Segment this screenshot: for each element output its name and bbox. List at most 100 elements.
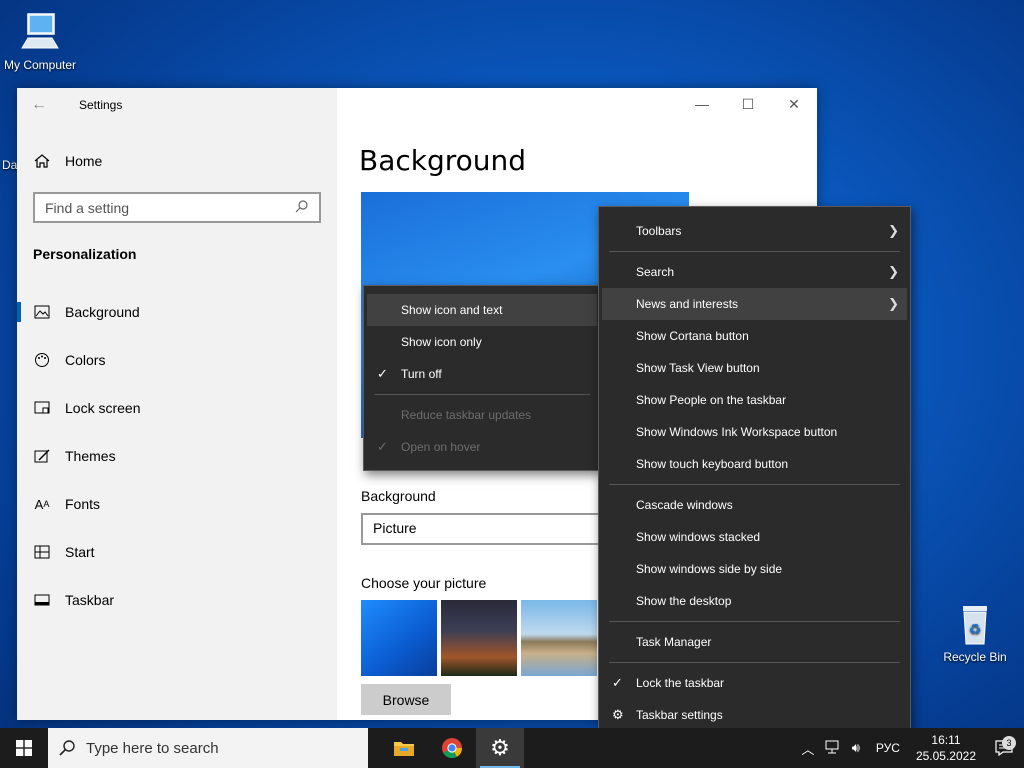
computer-icon	[21, 13, 59, 49]
menu-item-label: News and interests	[636, 297, 739, 311]
menu-item-label: Show the desktop	[636, 594, 732, 608]
gear-icon: ⚙	[612, 707, 624, 722]
chrome-taskbar-button[interactable]	[428, 728, 476, 768]
menu-item-label: Cascade windows	[636, 498, 733, 512]
chevron-right-icon: ❯	[888, 264, 899, 279]
checkmark-icon: ✓	[377, 366, 388, 381]
settings-taskbar-button[interactable]: ⚙	[476, 728, 524, 768]
settings-nav-pane: ← Settings Home Find a setting Personali…	[17, 88, 337, 720]
menu-item-windows-stacked[interactable]: Show windows stacked	[602, 521, 907, 553]
choose-picture-label: Choose your picture	[361, 575, 487, 591]
volume-icon[interactable]: 🔊︎	[844, 740, 868, 756]
nav-item-start[interactable]: Start	[17, 528, 337, 576]
menu-item-show-task-view-button[interactable]: Show Task View button	[602, 352, 907, 384]
search-placeholder: Find a setting	[45, 199, 130, 216]
background-type-dropdown[interactable]: Picture	[361, 513, 611, 545]
news-interests-submenu: Show icon and text Show icon only ✓ Turn…	[363, 285, 601, 471]
nav-item-colors[interactable]: Colors	[17, 336, 337, 384]
network-icon[interactable]	[820, 740, 844, 757]
menu-item-show-desktop[interactable]: Show the desktop	[602, 585, 907, 617]
action-center-button[interactable]: 3	[984, 736, 1024, 756]
nav-item-label: Taskbar	[65, 592, 115, 608]
maximize-icon[interactable]: ☐	[725, 88, 771, 120]
window-title: Settings	[79, 98, 123, 112]
menu-item-toolbars[interactable]: Toolbars ❯	[602, 215, 907, 247]
taskbar-search-placeholder: Type here to search	[86, 739, 219, 757]
clock[interactable]: 16:11 25.05.2022	[908, 732, 984, 764]
picture-thumbnail[interactable]	[441, 600, 517, 676]
menu-item-label: Turn off	[401, 367, 442, 381]
gear-icon: ⚙	[490, 735, 510, 760]
nav-item-background[interactable]: Background	[17, 288, 337, 336]
page-title: Background	[359, 144, 527, 177]
nav-item-label: Start	[65, 544, 95, 560]
menu-item-task-manager[interactable]: Task Manager	[602, 626, 907, 658]
menu-item-show-ink-workspace[interactable]: Show Windows Ink Workspace button	[602, 416, 907, 448]
menu-item-show-people[interactable]: Show People on the taskbar	[602, 384, 907, 416]
menu-item-label: Show Windows Ink Workspace button	[636, 425, 838, 439]
background-type-label: Background	[361, 488, 436, 504]
menu-item-news-and-interests[interactable]: News and interests ❯	[602, 288, 907, 320]
start-icon	[33, 543, 51, 561]
themes-icon	[33, 447, 51, 465]
back-arrow-icon[interactable]: ←	[31, 96, 47, 114]
nav-item-taskbar[interactable]: Taskbar	[17, 576, 337, 624]
menu-item-turn-off[interactable]: ✓ Turn off	[367, 358, 597, 390]
taskbar-search-input[interactable]: Type here to search	[48, 728, 368, 768]
window-controls: — ☐ ✕	[679, 88, 817, 120]
menu-item-label: Show icon only	[401, 335, 482, 349]
clock-date: 25.05.2022	[915, 749, 976, 763]
windows-logo-icon	[16, 740, 32, 756]
notification-count-badge: 3	[1002, 736, 1016, 750]
menu-item-taskbar-settings[interactable]: ⚙ Taskbar settings	[602, 699, 907, 731]
nav-home[interactable]: Home	[33, 152, 102, 170]
lock-screen-icon	[33, 399, 51, 417]
menu-item-search[interactable]: Search ❯	[602, 256, 907, 288]
menu-separator	[609, 251, 900, 252]
nav-item-lock-screen[interactable]: Lock screen	[17, 384, 337, 432]
fonts-icon: AA	[34, 496, 50, 512]
menu-item-label: Show touch keyboard button	[636, 457, 789, 471]
menu-item-label: Show icon and text	[401, 303, 503, 317]
picture-thumbnail[interactable]	[361, 600, 437, 676]
nav-item-fonts[interactable]: AA Fonts	[17, 480, 337, 528]
desktop-partial-label: Da	[2, 158, 18, 172]
minimize-icon[interactable]: —	[679, 88, 725, 120]
recycle-bin-desktop-icon[interactable]: ♻ Recycle Bin	[935, 602, 1015, 664]
menu-item-label: Search	[636, 265, 675, 279]
chevron-up-icon[interactable]: ︿	[796, 739, 820, 758]
start-button[interactable]	[0, 728, 48, 768]
menu-separator	[374, 394, 590, 395]
picture-thumbnail[interactable]	[521, 600, 597, 676]
file-explorer-taskbar-button[interactable]	[380, 728, 428, 768]
menu-item-show-touch-keyboard[interactable]: Show touch keyboard button	[602, 448, 907, 480]
chevron-right-icon: ❯	[888, 296, 899, 311]
menu-item-label: Show People on the taskbar	[636, 393, 787, 407]
menu-item-label: Reduce taskbar updates	[401, 408, 532, 422]
background-type-value: Picture	[373, 520, 417, 536]
nav-item-themes[interactable]: Themes	[17, 432, 337, 480]
menu-item-windows-side-by-side[interactable]: Show windows side by side	[602, 553, 907, 585]
nav-item-label: Background	[65, 304, 140, 320]
palette-icon	[33, 351, 51, 369]
system-tray: ︿ 🔊︎ РУС 16:11 25.05.2022 3	[796, 728, 1024, 768]
menu-item-show-icon-only[interactable]: Show icon only	[367, 326, 597, 358]
menu-item-cascade-windows[interactable]: Cascade windows	[602, 489, 907, 521]
home-label: Home	[65, 153, 103, 169]
menu-item-show-icon-and-text[interactable]: Show icon and text	[367, 294, 597, 326]
chrome-icon	[442, 738, 463, 759]
browse-button[interactable]: Browse	[361, 684, 451, 715]
language-indicator[interactable]: РУС	[868, 741, 908, 755]
settings-search-input[interactable]: Find a setting	[33, 192, 321, 223]
search-icon	[295, 199, 309, 216]
checkmark-icon: ✓	[612, 675, 623, 690]
menu-item-lock-taskbar[interactable]: ✓ Lock the taskbar	[602, 667, 907, 699]
menu-item-reduce-taskbar-updates: Reduce taskbar updates	[367, 399, 597, 431]
menu-item-label: Show Task View button	[636, 361, 760, 375]
menu-item-show-cortana-button[interactable]: Show Cortana button	[602, 320, 907, 352]
menu-item-label: Taskbar settings	[636, 708, 723, 722]
close-icon[interactable]: ✕	[771, 88, 817, 120]
menu-separator	[609, 484, 900, 485]
my-computer-desktop-icon[interactable]: My Computer	[0, 10, 80, 72]
menu-item-open-on-hover: ✓ Open on hover	[367, 431, 597, 463]
